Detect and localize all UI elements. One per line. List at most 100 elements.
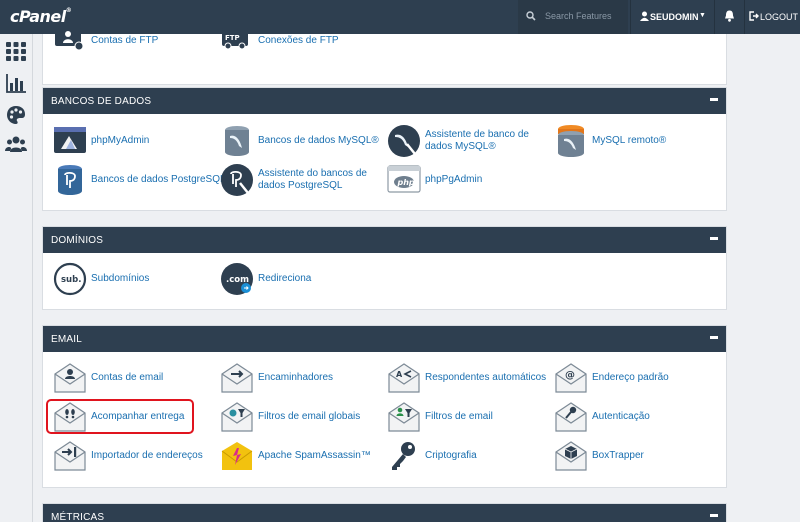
- search-icon: [526, 11, 536, 21]
- search-features[interactable]: Search Features: [518, 0, 628, 34]
- search-input[interactable]: Search Features: [545, 11, 612, 21]
- item-label: Conexões de FTP: [258, 35, 339, 46]
- panel-header[interactable]: BANCOS DE DADOS: [43, 88, 726, 114]
- item-label: Filtros de email globais: [258, 411, 361, 422]
- default-address-icon: @: [555, 363, 587, 393]
- minimize-icon[interactable]: [710, 237, 718, 240]
- item-email-filters[interactable]: Filtros de email: [387, 400, 553, 434]
- chevron-down-icon: ▼: [699, 12, 706, 19]
- address-importer-icon: [54, 441, 86, 471]
- item-postgresql-databases[interactable]: Bancos de dados PostgreSQL: [53, 163, 226, 197]
- item-label: phpPgAdmin: [425, 174, 483, 185]
- mysql-wizard-icon: [388, 125, 420, 157]
- item-ftp-connections[interactable]: FTP Conexões de FTP: [220, 24, 386, 58]
- minimize-icon[interactable]: [710, 336, 718, 339]
- sub-logo-text: sub.: [61, 275, 81, 285]
- item-mysql-databases[interactable]: Bancos de dados MySQL®: [220, 124, 386, 158]
- key-icon: [392, 442, 415, 470]
- panel-header[interactable]: DOMÍNIOS: [43, 227, 726, 253]
- email-filters-icon: [388, 402, 420, 432]
- mysql-databases-icon: [225, 126, 249, 156]
- item-phppgadmin[interactable]: php phpPgAdmin: [387, 163, 553, 197]
- item-label: Contas de email: [91, 372, 164, 383]
- ftp-connections-icon: FTP: [222, 28, 248, 50]
- logout-label: LOGOUT: [760, 12, 799, 22]
- item-apache-spamassassin[interactable]: Apache SpamAssassin™: [220, 439, 386, 473]
- bell-icon: [725, 10, 734, 22]
- item-label: Redireciona: [258, 273, 312, 284]
- user-icon: [640, 11, 649, 21]
- panel-header[interactable]: MÉTRICAS: [43, 504, 726, 522]
- mysql-remote-icon: [558, 125, 584, 157]
- item-mysql-wizard[interactable]: Assistente de banco de dados MySQL®: [387, 124, 553, 158]
- forwarders-icon: [221, 363, 253, 393]
- item-authentication[interactable]: Autenticação: [554, 400, 720, 434]
- bar-chart-icon[interactable]: [5, 72, 27, 94]
- item-encryption[interactable]: Criptografia: [387, 439, 553, 473]
- panel-header[interactable]: EMAIL: [43, 326, 726, 352]
- svg-text:@: @: [565, 370, 575, 381]
- item-address-importer[interactable]: Importador de endereços: [53, 439, 219, 473]
- php-logo-text: php: [397, 178, 415, 187]
- email-accounts-icon: [54, 363, 86, 393]
- panel-title: MÉTRICAS: [51, 512, 105, 522]
- left-nav: [0, 34, 33, 522]
- item-boxtrapper[interactable]: BoxTrapper: [554, 439, 720, 473]
- panel-title: BANCOS DE DADOS: [51, 96, 152, 107]
- item-label: Assistente do bancos de dados PostgreSQL: [258, 168, 367, 191]
- item-phpmyadmin[interactable]: phpMyAdmin: [53, 124, 219, 158]
- item-label: Autenticação: [592, 411, 650, 422]
- grid-icon[interactable]: [5, 40, 27, 62]
- phpmyadmin-icon: [54, 127, 86, 153]
- users-icon[interactable]: [5, 134, 27, 156]
- item-label: Bancos de dados PostgreSQL: [91, 174, 226, 185]
- item-label: Endereço padrão: [592, 372, 669, 383]
- subdomains-icon: sub.: [53, 262, 87, 296]
- panel-databases: BANCOS DE DADOS phpMyAdmin Bancos de dad…: [42, 87, 727, 211]
- item-email-accounts[interactable]: Contas de email: [53, 361, 219, 395]
- svg-text:A: A: [396, 370, 403, 379]
- minimize-icon[interactable]: [710, 514, 718, 517]
- redirects-icon: .com: [221, 263, 253, 295]
- item-label: BoxTrapper: [592, 450, 644, 461]
- panel-title: DOMÍNIOS: [51, 235, 104, 246]
- authentication-icon: [555, 402, 587, 432]
- palette-icon[interactable]: [5, 104, 27, 126]
- item-label: Subdomínios: [91, 273, 150, 284]
- item-label: Assistente de banco de dados MySQL®: [425, 129, 529, 152]
- panel-metrics: MÉTRICAS: [42, 503, 727, 522]
- panel-domains: DOMÍNIOS sub. Subdomínios .com Redirecio…: [42, 226, 727, 310]
- item-label: phpMyAdmin: [91, 135, 150, 146]
- item-label: Importador de endereços: [91, 450, 203, 461]
- item-label: Contas de FTP: [91, 35, 159, 46]
- item-mysql-remote[interactable]: MySQL remoto®: [554, 124, 720, 158]
- minimize-icon[interactable]: [710, 98, 718, 101]
- ftp-accounts-icon: [55, 28, 84, 51]
- highlight-annotation: [46, 399, 194, 434]
- item-label: Criptografia: [425, 450, 477, 461]
- item-redirects[interactable]: .com Redireciona: [220, 262, 386, 296]
- spamassassin-icon: [221, 442, 253, 470]
- item-label: Respondentes automáticos: [425, 372, 547, 383]
- item-postgresql-wizard[interactable]: Assistente do bancos de dados PostgreSQL: [220, 163, 386, 197]
- item-autoresponders[interactable]: A Respondentes automáticos: [387, 361, 553, 395]
- user-menu[interactable]: SEUDOMIN ▼: [630, 0, 712, 34]
- username: SEUDOMIN: [650, 12, 699, 22]
- global-email-filters-icon: [221, 402, 253, 432]
- panel-title: EMAIL: [51, 334, 83, 345]
- postgresql-wizard-icon: [221, 164, 253, 196]
- item-subdomains[interactable]: sub. Subdomínios: [53, 262, 219, 296]
- item-label: Bancos de dados MySQL®: [258, 135, 379, 146]
- svg-text:FTP: FTP: [225, 34, 240, 42]
- phppgadmin-icon: php: [387, 165, 421, 193]
- item-ftp-accounts[interactable]: Contas de FTP: [53, 24, 219, 58]
- item-label: Filtros de email: [425, 411, 493, 422]
- item-forwarders[interactable]: Encaminhadores: [220, 361, 386, 395]
- boxtrapper-icon: [555, 441, 587, 471]
- item-default-address[interactable]: @ Endereço padrão: [554, 361, 720, 395]
- item-label: Apache SpamAssassin™: [258, 450, 371, 461]
- item-label: Encaminhadores: [258, 372, 334, 383]
- item-global-email-filters[interactable]: Filtros de email globais: [220, 400, 386, 434]
- logout-button[interactable]: LOGOUT: [744, 0, 800, 34]
- notifications-button[interactable]: [714, 0, 744, 34]
